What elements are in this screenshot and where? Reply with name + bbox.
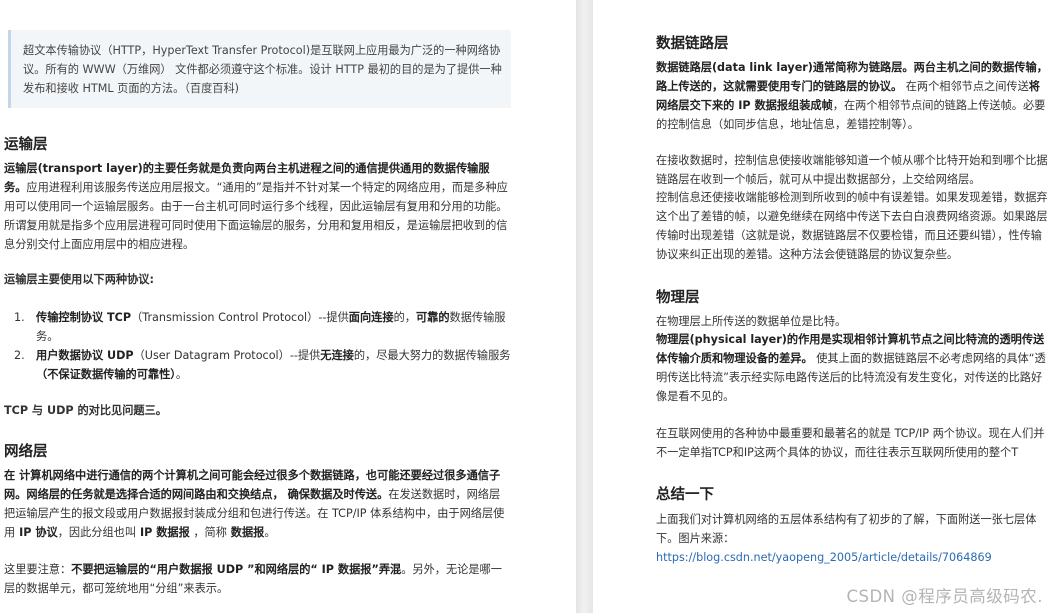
physical-unit-line: 在物理层上所传送的数据单位是比特。 <box>656 315 847 328</box>
csdn-watermark: CSDN @程序员高级码农. <box>846 587 1043 606</box>
list-item-tcp: 1. 传输控制协议 TCP（Transmission Control Proto… <box>14 311 506 343</box>
document-page-left: 超文本传输协议（HTTP，HyperText Transfer Protocol… <box>0 0 576 613</box>
image-source-link[interactable]: https://blog.csdn.net/yaopeng_2005/artic… <box>656 551 992 564</box>
transport-protocols-intro: 运输层主要使用以下两种协议: <box>4 273 154 286</box>
http-quote-text: 超文本传输协议（HTTP，HyperText Transfer Protocol… <box>23 44 502 95</box>
transport-layer-paragraph: 运输层(transport layer)的主要任务就是负责向两台主机进程之间的通… <box>4 162 508 251</box>
network-layer-paragraph: 在 计算机网络中进行通信的两个计算机之间可能会经过很多个数据链路，也可能还要经过… <box>4 469 505 539</box>
document-page-right: 数据链路层 数据链路层(data link layer)通常简称为链路层。两台主… <box>593 0 1053 613</box>
datalink-error-paragraph: 控制信息还使接收端能够检测到所收到的帧中有误差错。如果发现差错，数据弃这个出了差… <box>656 191 1048 261</box>
tcpip-paragraph: 在互联网使用的各种协中最重要和最著名的就是 TCP/IP 两个协议。现在人们并不… <box>656 427 1045 459</box>
datalink-layer-paragraph: 数据链路层(data link layer)通常简称为链路层。两台主机之间的数据… <box>656 61 1048 131</box>
transport-layer-heading: 运输层 <box>4 137 48 153</box>
summary-heading: 总结一下 <box>656 487 714 503</box>
datalink-layer-heading: 数据链路层 <box>656 36 729 52</box>
datalink-receive-paragraph: 在接收数据时，控制信息使接收端能够知道一个帧从哪个比特开始和到哪个比据链路层在收… <box>656 154 1048 186</box>
tcp-udp-compare-note: TCP 与 UDP 的对比见问题三。 <box>4 404 167 417</box>
list-item-udp: 2. 用户数据协议 UDP（User Datagram Protocol）--提… <box>14 349 511 381</box>
physical-layer-heading: 物理层 <box>656 290 700 306</box>
summary-paragraph: 上面我们对计算机网络的五层体系结构有了初步的了解，下面附送一张七层体下。图片来源… <box>656 513 1037 564</box>
page-gutter <box>576 0 593 613</box>
network-layer-note: 这里要注意：不要把运输层的“用户数据报 UDP ”和网络层的“ IP 数据报”弄… <box>4 563 502 595</box>
physical-layer-paragraph: 物理层(physical layer)的作用是实现相邻计算机节点之间比特流的透明… <box>656 333 1046 403</box>
http-quote-block: 超文本传输协议（HTTP，HyperText Transfer Protocol… <box>8 30 511 108</box>
network-layer-heading: 网络层 <box>4 444 48 460</box>
